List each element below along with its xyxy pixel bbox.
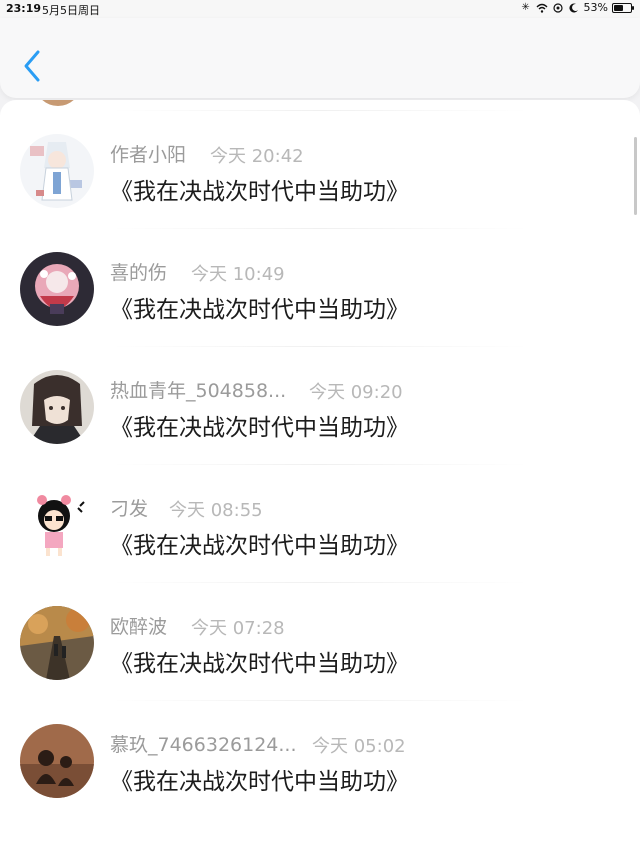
comment-item[interactable]: 刁发 今天 08:55 《我在决战次时代中当助功》 [0,464,640,582]
status-icons: ✳ 53% [520,1,634,14]
wifi-icon [536,3,548,13]
avatar[interactable] [20,606,94,680]
username[interactable]: 热血青年_504858... [110,376,286,403]
comment-text: 《我在决战次时代中当助功》 [110,179,409,205]
status-bar: 23:19 5月5日周日 ✳ 53% [0,0,640,18]
row-separator [110,346,530,347]
username[interactable]: 刁发 [110,494,148,521]
moon-icon [568,3,580,13]
comment-item[interactable]: 作者小阳 今天 20:42 《我在决战次时代中当助功》 [0,110,640,228]
username[interactable]: 喜的伤 [110,258,167,285]
row-separator [110,228,530,229]
avatar[interactable] [20,370,94,444]
partial-avatar [36,100,80,106]
username[interactable]: 作者小阳 [110,140,186,167]
comment-text: 《我在决战次时代中当助功》 [110,415,409,441]
username[interactable]: 慕玖_7466326124... [110,730,297,757]
timestamp: 今天 08:55 [169,500,263,521]
comment-list[interactable]: 作者小阳 今天 20:42 《我在决战次时代中当助功》 喜的伤 今天 10:49 《我在决… [0,100,640,853]
comment-item[interactable]: 欧醉波 今天 07:28 《我在决战次时代中当助功》 [0,582,640,700]
battery-percent: 53% [583,1,608,14]
chevron-left-icon [24,50,40,82]
status-date: 5月5日周日 [42,4,100,17]
row-separator [110,582,530,583]
status-time: 23:19 [6,2,42,15]
avatar[interactable] [20,134,94,208]
avatar[interactable] [20,488,94,562]
timestamp: 今天 09:20 [309,382,403,403]
loading-icon: ✳ [521,2,530,13]
battery-level [614,4,623,11]
comment-text: 《我在决战次时代中当助功》 [110,651,409,677]
timestamp: 今天 20:42 [210,146,304,167]
back-button[interactable] [18,48,48,84]
timestamp: 今天 10:49 [191,264,285,285]
comment-item[interactable]: 喜的伤 今天 10:49 《我在决战次时代中当助功》 [0,228,640,346]
comment-item[interactable]: 慕玖_7466326124... 今天 05:02 《我在决战次时代中当助功》 [0,700,640,818]
row-separator [110,464,530,465]
comment-item[interactable]: 热血青年_504858... 今天 09:20 《我在决战次时代中当助功》 [0,346,640,464]
location-icon [552,2,564,13]
comment-text: 《我在决战次时代中当助功》 [110,533,409,559]
row-separator [110,700,530,701]
comment-text: 《我在决战次时代中当助功》 [110,297,409,323]
row-separator [110,110,530,111]
timestamp: 今天 07:28 [191,618,285,639]
avatar[interactable] [20,724,94,798]
comment-text: 《我在决战次时代中当助功》 [110,769,409,795]
top-navigation-bar [0,18,640,98]
battery-icon [612,2,634,13]
avatar[interactable] [20,252,94,326]
username[interactable]: 欧醉波 [110,612,167,639]
timestamp: 今天 05:02 [312,736,406,757]
